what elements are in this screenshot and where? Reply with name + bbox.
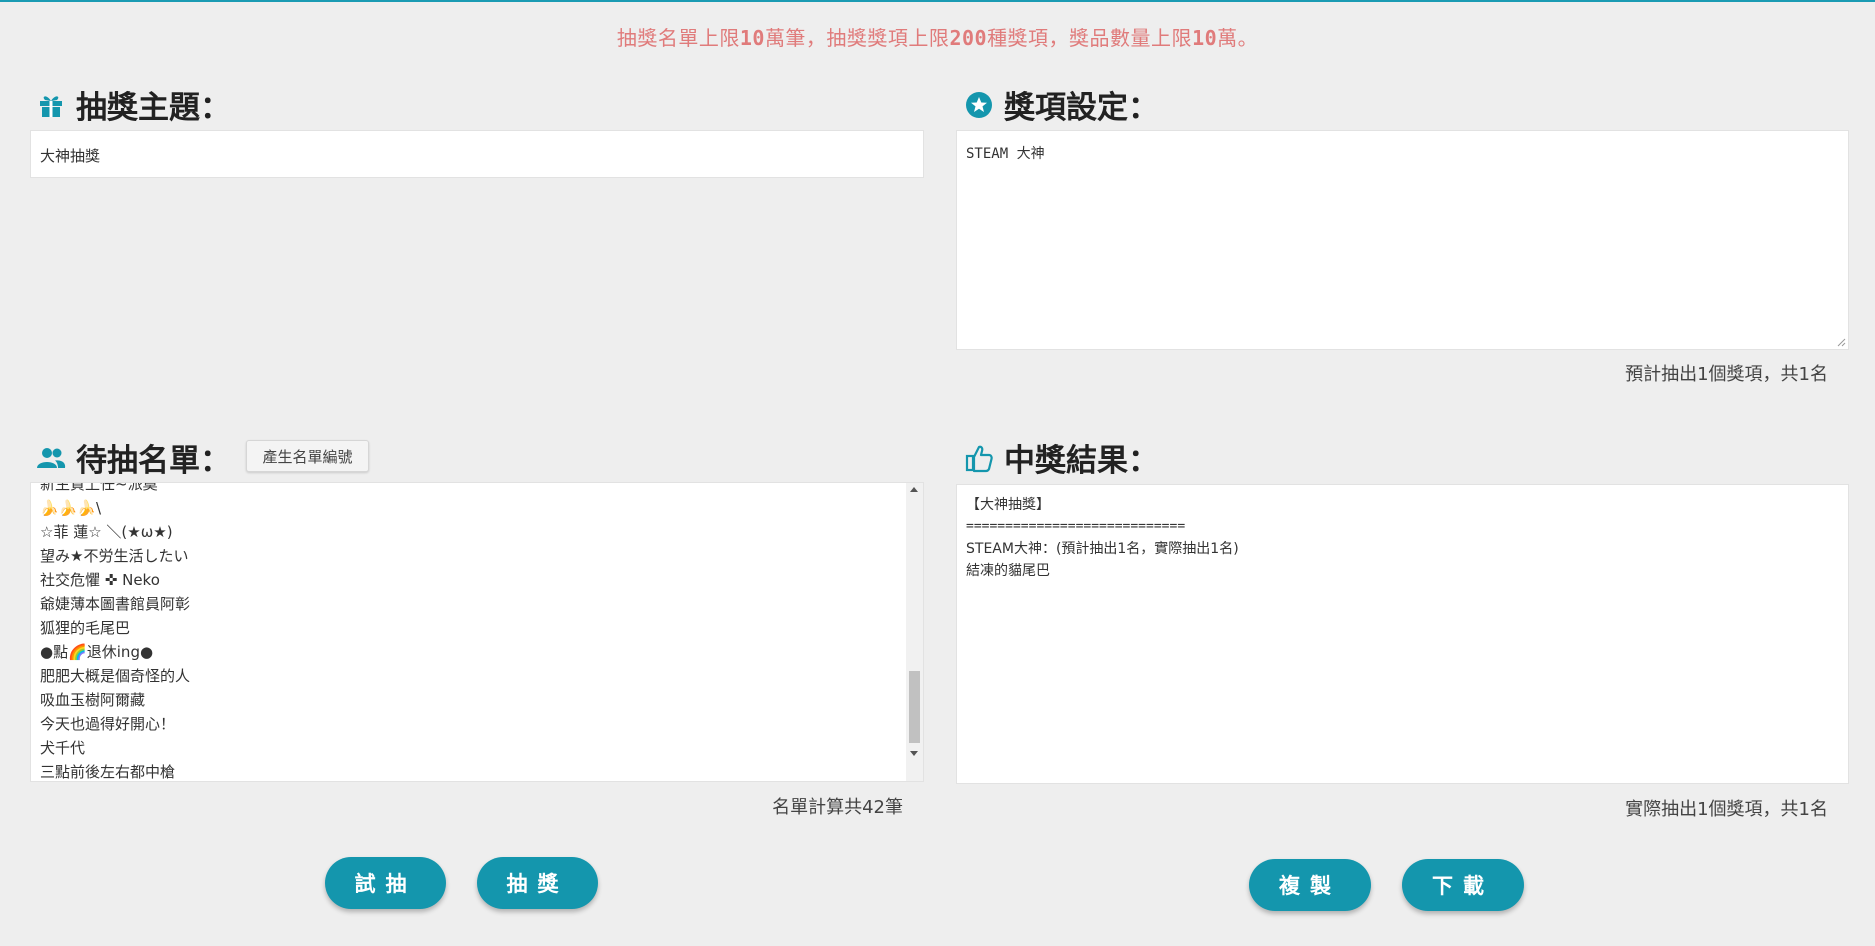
- notice-text-3: 種獎項，獎品數量上限: [987, 26, 1193, 50]
- scroll-up-icon[interactable]: [910, 487, 918, 492]
- list-item: 犬千代: [40, 739, 86, 757]
- scrollbar[interactable]: [906, 483, 923, 781]
- list-item: 三點前後左右都中槍: [40, 763, 176, 781]
- notice-text-1: 抽獎名單上限: [616, 26, 740, 50]
- limit-notice: 抽獎名單上限10萬筆，抽獎獎項上限200種獎項，獎品數量上限10萬。: [0, 22, 1875, 51]
- list-item: 🍌🍌🍌\: [40, 499, 102, 517]
- notice-text-4: 萬。: [1217, 26, 1259, 50]
- notice-number-1: 10: [739, 26, 765, 50]
- list-item: 爺婕薄本圖書館員阿彰: [40, 595, 191, 613]
- candidates-heading: 待抽名單：: [34, 435, 231, 480]
- gift-icon: [34, 88, 68, 122]
- draw-button[interactable]: 抽獎: [477, 857, 598, 909]
- prizes-title: 獎項設定：: [1004, 90, 1159, 126]
- candidates-count: 名單計算共42筆: [772, 797, 903, 818]
- result-line: STEAM大神：(預計抽出1名，實際抽出1名): [966, 541, 1239, 557]
- trial-draw-label: 試抽: [354, 872, 417, 896]
- candidates-textarea[interactable]: 新生賀上任~派奠 🍌🍌🍌\ ☆菲 蓮☆ ＼(★ω★) 望み★不労生活したい 社交…: [30, 482, 924, 782]
- theme-value: 大神抽獎: [40, 147, 101, 165]
- list-item: ●點🌈退休ing●: [40, 643, 154, 661]
- notice-number-2: 200: [949, 26, 988, 50]
- list-item: 今天也過得好開心！: [40, 715, 176, 733]
- result-line: ============================: [966, 519, 1186, 534]
- star-circle-icon: [962, 88, 996, 122]
- list-item: 狐狸的毛尾巴: [40, 619, 131, 637]
- copy-label: 複製: [1279, 874, 1341, 898]
- result-line: 結凍的貓尾巴: [966, 563, 1050, 579]
- download-button[interactable]: 下載: [1402, 859, 1524, 911]
- list-item: 望み★不労生活したい: [40, 547, 189, 565]
- scrollbar-thumb[interactable]: [909, 671, 920, 743]
- candidates-title: 待抽名單：: [76, 443, 231, 479]
- list-item: 社交危懼 ✜ Neko: [40, 571, 160, 589]
- list-item: ☆菲 蓮☆ ＼(★ω★): [40, 523, 173, 541]
- top-accent-line: [0, 0, 1875, 2]
- generate-numbers-label: 產生名單編號: [262, 447, 353, 466]
- trial-draw-button[interactable]: 試抽: [325, 857, 446, 909]
- prizes-heading: 獎項設定：: [962, 82, 1159, 127]
- theme-heading: 抽獎主題：: [34, 82, 231, 127]
- people-icon: [34, 441, 68, 475]
- prizes-value: STEAM 大神: [966, 146, 1045, 162]
- list-item: 新生賀上任~派奠: [40, 482, 158, 493]
- results-heading: 中獎結果：: [962, 435, 1159, 480]
- candidates-list: 新生賀上任~派奠 🍌🍌🍌\ ☆菲 蓮☆ ＼(★ω★) 望み★不労生活したい 社交…: [40, 482, 900, 781]
- resize-handle-icon[interactable]: [1836, 337, 1846, 347]
- prizes-summary: 預計抽出1個獎項，共1名: [1625, 364, 1828, 385]
- generate-numbers-button[interactable]: 產生名單編號: [246, 440, 369, 472]
- notice-number-3: 10: [1192, 26, 1218, 50]
- scroll-down-icon[interactable]: [910, 751, 918, 756]
- results-textarea[interactable]: 【大神抽獎】 ============================ STEA…: [956, 484, 1849, 784]
- thumbs-up-icon: [962, 441, 996, 475]
- theme-title: 抽獎主題：: [76, 90, 231, 126]
- download-label: 下載: [1432, 874, 1494, 898]
- result-line: 【大神抽獎】: [966, 497, 1050, 513]
- notice-text-2: 萬筆，抽獎獎項上限: [764, 26, 950, 50]
- copy-button[interactable]: 複製: [1249, 859, 1371, 911]
- list-item: 吸血玉樹阿爾藏: [40, 691, 146, 709]
- results-title: 中獎結果：: [1004, 443, 1159, 479]
- list-item: 肥肥大概是個奇怪的人: [40, 667, 191, 685]
- results-summary: 實際抽出1個獎項，共1名: [1625, 799, 1828, 820]
- prizes-textarea[interactable]: STEAM 大神: [956, 130, 1849, 350]
- theme-input[interactable]: 大神抽獎: [30, 130, 924, 178]
- draw-label: 抽獎: [506, 872, 569, 896]
